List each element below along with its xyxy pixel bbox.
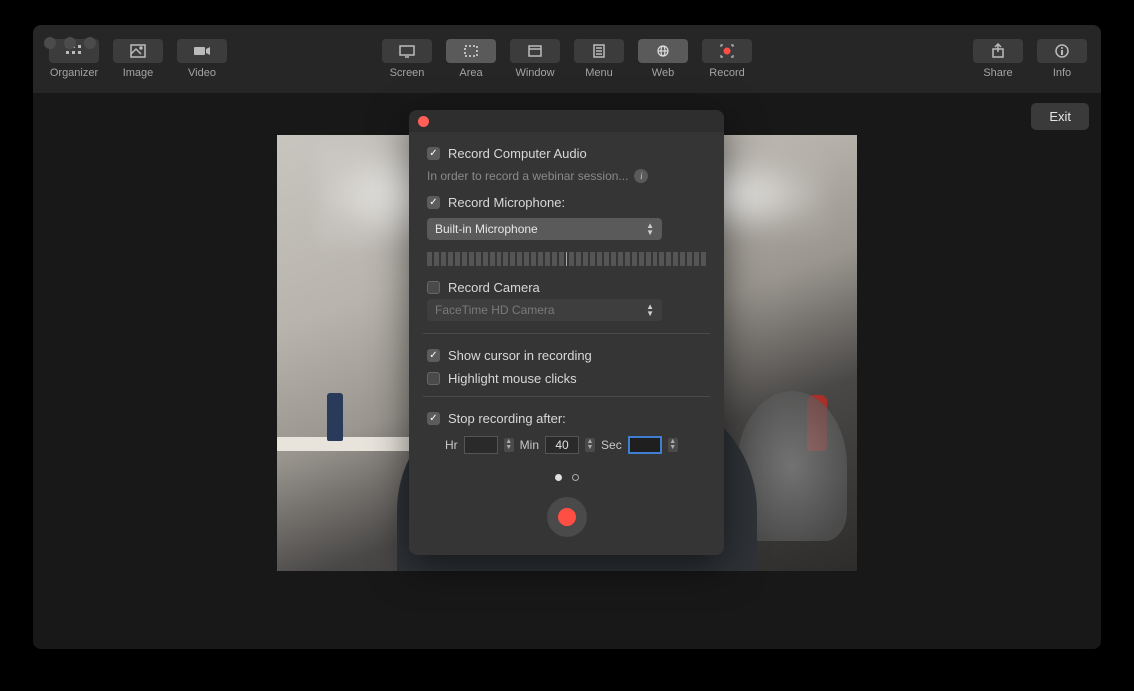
main-toolbar: Organizer Image Video Screen Area	[33, 25, 1101, 93]
record-microphone-checkbox[interactable]	[427, 196, 440, 209]
page-dot-1[interactable]	[555, 474, 562, 481]
page-indicator[interactable]	[427, 474, 706, 481]
menu-label: Menu	[585, 67, 613, 79]
microphone-select[interactable]: Built-in Microphone ▲▼	[427, 218, 662, 240]
window-label: Window	[515, 67, 554, 79]
record-computer-audio-checkbox[interactable]	[427, 147, 440, 160]
camera-select-value: FaceTime HD Camera	[435, 303, 555, 317]
microphone-select-value: Built-in Microphone	[435, 222, 538, 236]
info-button[interactable]: Info	[1035, 39, 1089, 79]
stop-after-label: Stop recording after:	[448, 411, 566, 426]
screen-label: Screen	[390, 67, 425, 79]
minimize-window-icon[interactable]	[64, 37, 76, 49]
area-icon	[461, 43, 481, 59]
min-label: Min	[520, 438, 539, 452]
hint-info-icon[interactable]: i	[634, 169, 648, 183]
camera-select: FaceTime HD Camera ▲▼	[427, 299, 662, 321]
record-microphone-label: Record Microphone:	[448, 195, 565, 210]
sec-stepper[interactable]: ▲▼	[668, 438, 678, 452]
share-button[interactable]: Share	[971, 39, 1025, 79]
sec-label: Sec	[601, 438, 622, 452]
highlight-clicks-checkbox[interactable]	[427, 372, 440, 385]
chevron-updown-icon: ▲▼	[646, 303, 654, 317]
microphone-level-meter	[427, 252, 706, 266]
record-camera-label: Record Camera	[448, 280, 540, 295]
hr-label: Hr	[445, 438, 458, 452]
menu-button[interactable]: Menu	[572, 39, 626, 79]
close-icon[interactable]	[418, 116, 429, 127]
zoom-window-icon[interactable]	[84, 37, 96, 49]
info-label: Info	[1053, 67, 1071, 79]
hr-stepper[interactable]: ▲▼	[504, 438, 514, 452]
screen-button[interactable]: Screen	[380, 39, 434, 79]
record-camera-checkbox[interactable]	[427, 281, 440, 294]
screen-icon	[397, 43, 417, 59]
area-button[interactable]: Area	[444, 39, 498, 79]
divider	[423, 396, 710, 397]
window-icon	[525, 43, 545, 59]
record-settings-panel: Record Computer Audio In order to record…	[409, 110, 724, 555]
divider	[423, 333, 710, 334]
min-stepper[interactable]: ▲▼	[585, 438, 595, 452]
video-label: Video	[188, 67, 216, 79]
sec-input[interactable]	[628, 436, 662, 454]
highlight-clicks-label: Highlight mouse clicks	[448, 371, 577, 386]
info-icon	[1052, 43, 1072, 59]
record-dot-icon	[558, 508, 576, 526]
audio-hint-text: In order to record a webinar session...	[427, 169, 628, 183]
video-icon	[192, 43, 212, 59]
panel-titlebar[interactable]	[409, 110, 724, 132]
min-input[interactable]	[545, 436, 579, 454]
window-traffic-lights[interactable]	[44, 37, 96, 49]
share-label: Share	[983, 67, 1012, 79]
area-label: Area	[459, 67, 482, 79]
organizer-label: Organizer	[50, 67, 98, 79]
image-label: Image	[123, 67, 154, 79]
web-icon	[653, 43, 673, 59]
image-icon	[128, 43, 148, 59]
web-label: Web	[652, 67, 674, 79]
app-window: Organizer Image Video Screen Area	[33, 25, 1101, 649]
start-record-button[interactable]	[547, 497, 587, 537]
web-button[interactable]: Web	[636, 39, 690, 79]
record-label: Record	[709, 67, 744, 79]
page-dot-2[interactable]	[572, 474, 579, 481]
show-cursor-checkbox[interactable]	[427, 349, 440, 362]
chevron-updown-icon: ▲▼	[646, 222, 654, 236]
stop-after-checkbox[interactable]	[427, 412, 440, 425]
hr-input[interactable]	[464, 436, 498, 454]
record-toolbar-button[interactable]: Record	[700, 39, 754, 79]
share-icon	[988, 43, 1008, 59]
window-button[interactable]: Window	[508, 39, 562, 79]
content-area: Exit Record Computer Audio In order to r…	[33, 93, 1101, 649]
record-icon	[717, 43, 737, 59]
video-button[interactable]: Video	[175, 39, 229, 79]
show-cursor-label: Show cursor in recording	[448, 348, 592, 363]
menu-icon	[589, 43, 609, 59]
exit-button[interactable]: Exit	[1031, 103, 1089, 130]
record-computer-audio-label: Record Computer Audio	[448, 146, 587, 161]
image-button[interactable]: Image	[111, 39, 165, 79]
close-window-icon[interactable]	[44, 37, 56, 49]
